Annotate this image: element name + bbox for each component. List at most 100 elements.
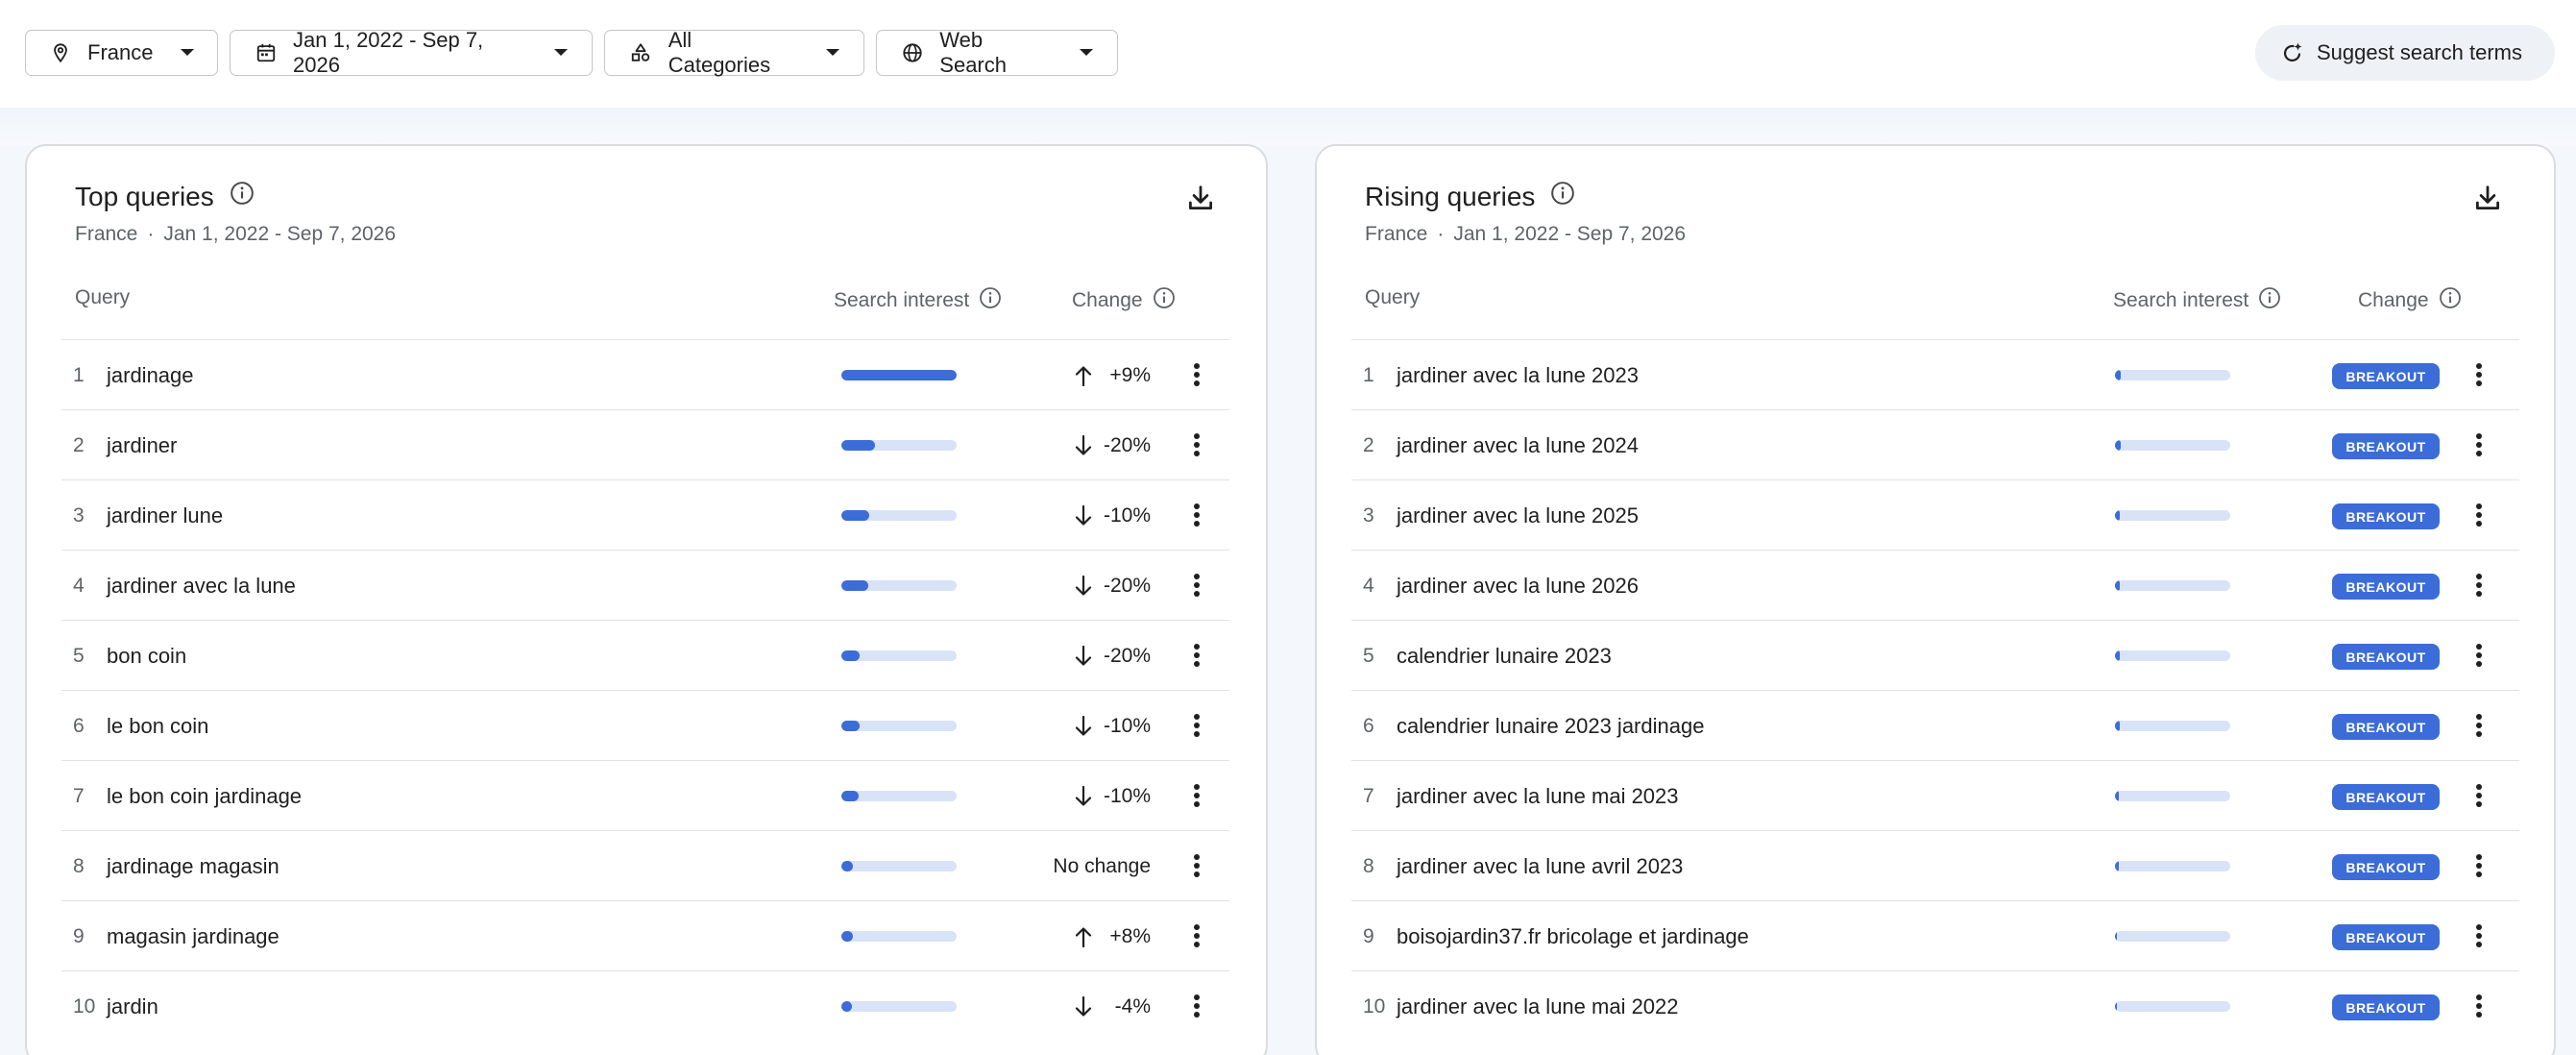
more-vert-icon[interactable] — [2463, 849, 2495, 882]
row-query[interactable]: jardiner lune — [107, 480, 223, 551]
row-query[interactable]: jardiner avec la lune 2023 — [1397, 340, 1639, 410]
more-vert-icon[interactable] — [2463, 709, 2495, 742]
chevron-down-icon — [552, 43, 571, 62]
top-queries-card: Top queries France · Jan 1, 2022 - Sep 7, … — [25, 144, 1268, 1055]
search-interest-bar-fill — [2115, 931, 2117, 942]
row-query[interactable]: magasin jardinage — [107, 901, 279, 971]
more-vert-icon[interactable] — [1180, 499, 1213, 531]
row-query[interactable]: jardiner — [107, 410, 177, 480]
row-query[interactable]: jardiner avec la lune mai 2022 — [1397, 971, 1679, 1042]
search-interest-bar — [841, 861, 957, 871]
search-interest-bar — [841, 1001, 957, 1012]
row-query[interactable]: calendrier lunaire 2023 jardinage — [1397, 691, 1704, 761]
row-query[interactable]: jardinage — [107, 340, 194, 410]
more-vert-icon[interactable] — [1180, 639, 1213, 672]
table-row[interactable]: 8 jardinage magasin No change — [61, 830, 1229, 900]
info-icon[interactable] — [2439, 286, 2462, 315]
column-header-query: Query — [1365, 286, 1421, 308]
location-filter[interactable]: France — [25, 30, 218, 76]
row-query[interactable]: bon coin — [107, 621, 186, 691]
info-icon[interactable] — [2258, 286, 2281, 315]
table-row[interactable]: 6 le bon coin -10% — [61, 690, 1229, 760]
table-row[interactable]: 4 jardiner avec la lune 2026 BREAKOUT — [1351, 550, 2519, 620]
arrow-down-icon — [1072, 503, 1095, 528]
row-query[interactable]: calendrier lunaire 2023 — [1397, 621, 1612, 691]
subtitle-separator: · — [1437, 223, 1445, 245]
row-rank: 7 — [73, 785, 85, 807]
search-type-filter[interactable]: Web Search — [876, 28, 1118, 77]
column-header-query: Query — [75, 286, 131, 308]
more-vert-icon[interactable] — [2463, 779, 2495, 812]
more-vert-icon[interactable] — [1180, 990, 1213, 1022]
info-icon[interactable] — [1153, 286, 1176, 315]
table-row[interactable]: 5 calendrier lunaire 2023 BREAKOUT — [1351, 620, 2519, 690]
more-vert-icon[interactable] — [2463, 358, 2495, 391]
row-query[interactable]: boisojardin37.fr bricolage et jardinage — [1397, 901, 1749, 971]
info-icon[interactable] — [230, 181, 255, 212]
table-row[interactable]: 3 jardiner avec la lune 2025 BREAKOUT — [1351, 479, 2519, 550]
suggest-search-terms-label: Suggest search terms — [2317, 40, 2522, 64]
more-vert-icon[interactable] — [2463, 639, 2495, 672]
info-icon[interactable] — [979, 286, 1002, 315]
more-vert-icon[interactable] — [2463, 499, 2495, 531]
breakout-badge: BREAKOUT — [2332, 574, 2440, 600]
column-header-search-interest[interactable]: Search interest — [834, 286, 1002, 315]
more-vert-icon[interactable] — [2463, 569, 2495, 601]
table-row[interactable]: 5 bon coin -20% — [61, 620, 1229, 690]
search-interest-bar — [2115, 721, 2230, 731]
top-queries-subtitle: France · Jan 1, 2022 - Sep 7, 2026 — [75, 223, 396, 246]
row-rank: 9 — [1363, 925, 1374, 947]
table-row[interactable]: 9 boisojardin37.fr bricolage et jardinage… — [1351, 900, 2519, 970]
more-vert-icon[interactable] — [1180, 569, 1213, 601]
more-vert-icon[interactable] — [2463, 429, 2495, 461]
more-vert-icon[interactable] — [1180, 920, 1213, 952]
download-icon[interactable] — [2470, 181, 2505, 215]
more-vert-icon[interactable] — [1180, 779, 1213, 812]
table-row[interactable]: 6 calendrier lunaire 2023 jardinage BREAKO… — [1351, 690, 2519, 760]
row-query[interactable]: jardiner avec la lune 2024 — [1397, 410, 1639, 480]
row-query[interactable]: le bon coin — [107, 691, 208, 761]
search-interest-bar-fill — [2115, 791, 2119, 801]
table-row[interactable]: 4 jardiner avec la lune -20% — [61, 550, 1229, 620]
arrow-down-icon — [1072, 644, 1095, 669]
suggest-search-terms-button[interactable]: Suggest search terms — [2255, 25, 2555, 81]
row-query[interactable]: jardin — [107, 971, 158, 1042]
table-row[interactable]: 1 jardiner avec la lune 2023 BREAKOUT — [1351, 339, 2519, 409]
table-row[interactable]: 9 magasin jardinage +8% — [61, 900, 1229, 970]
column-header-change[interactable]: Change — [2358, 286, 2462, 315]
more-vert-icon[interactable] — [1180, 709, 1213, 742]
table-row[interactable]: 10 jardiner avec la lune mai 2022 BREAKOUT — [1351, 970, 2519, 1041]
more-vert-icon[interactable] — [2463, 990, 2495, 1022]
column-header-change[interactable]: Change — [1072, 286, 1176, 315]
row-query[interactable]: le bon coin jardinage — [107, 761, 302, 831]
table-row[interactable]: 7 le bon coin jardinage -10% — [61, 760, 1229, 830]
table-row[interactable]: 7 jardiner avec la lune mai 2023 BREAKOUT — [1351, 760, 2519, 830]
column-header-search-interest[interactable]: Search interest — [2113, 286, 2281, 315]
row-query[interactable]: jardiner avec la lune 2025 — [1397, 480, 1639, 551]
row-query[interactable]: jardinage magasin — [107, 831, 279, 901]
table-row[interactable]: 8 jardiner avec la lune avril 2023 BREAKOU… — [1351, 830, 2519, 900]
row-query[interactable]: jardiner avec la lune mai 2023 — [1397, 761, 1679, 831]
more-vert-icon[interactable] — [1180, 849, 1213, 882]
chevron-down-icon — [823, 43, 842, 62]
download-icon[interactable] — [1183, 181, 1218, 215]
table-row[interactable]: 1 jardinage +9% — [61, 339, 1229, 409]
row-query[interactable]: jardiner avec la lune — [107, 551, 296, 621]
search-interest-bar — [841, 580, 957, 591]
table-row[interactable]: 10 jardin -4% — [61, 970, 1229, 1041]
category-filter[interactable]: All Categories — [604, 28, 864, 77]
row-query[interactable]: jardiner avec la lune avril 2023 — [1397, 831, 1683, 901]
table-row[interactable]: 2 jardiner avec la lune 2024 BREAKOUT — [1351, 409, 2519, 479]
table-row[interactable]: 2 jardiner -20% — [61, 409, 1229, 479]
info-icon[interactable] — [1550, 181, 1575, 212]
subtitle-date: Jan 1, 2022 - Sep 7, 2026 — [163, 223, 397, 245]
more-vert-icon[interactable] — [1180, 358, 1213, 391]
more-vert-icon[interactable] — [1180, 429, 1213, 461]
more-vert-icon[interactable] — [2463, 920, 2495, 952]
location-filter-label: France — [87, 40, 154, 64]
table-row[interactable]: 3 jardiner lune -10% — [61, 479, 1229, 550]
row-query[interactable]: jardiner avec la lune 2026 — [1397, 551, 1639, 621]
date-range-filter[interactable]: Jan 1, 2022 - Sep 7, 2026 — [230, 28, 593, 77]
top-queries-title-row: Top queries — [75, 181, 255, 212]
search-type-filter-label: Web Search — [939, 28, 1007, 77]
